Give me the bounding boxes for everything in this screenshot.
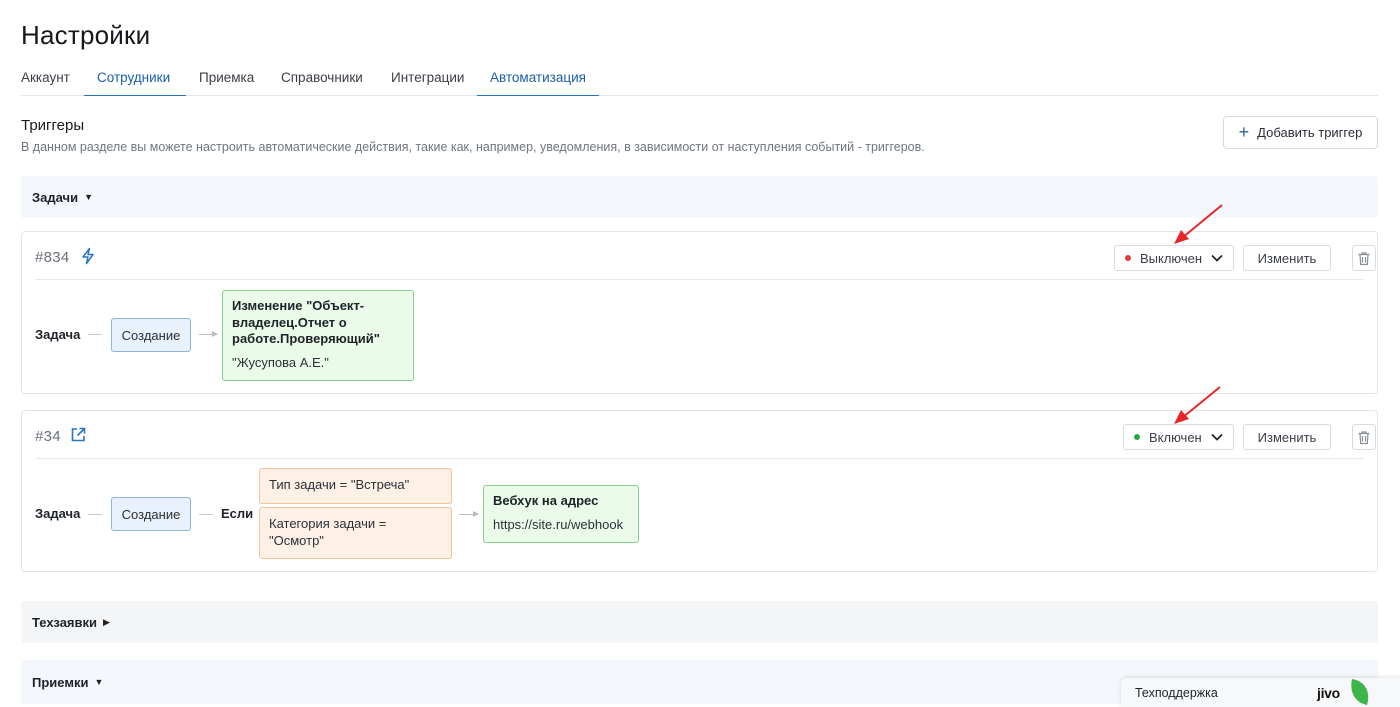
trigger-card-34: #34 Включен Изменить Задача Создание Есл… <box>21 410 1378 572</box>
action-node: Вебхук на адрес https://site.ru/webhook <box>483 485 639 543</box>
tab-automation[interactable]: Автоматизация <box>477 62 599 96</box>
action-node: Изменение "Объект-владелец.Отчет о работ… <box>222 290 414 381</box>
chevron-down-icon <box>1211 433 1223 441</box>
event-node: Создание <box>111 318 191 352</box>
delete-button[interactable] <box>1352 245 1376 271</box>
group-tasks-label: Задачи <box>32 189 79 205</box>
action-value: "Жусупова А.Е." <box>232 354 329 370</box>
settings-tabs: Аккаунт Сотрудники Приемка Справочники И… <box>21 62 1378 96</box>
edit-button[interactable]: Изменить <box>1243 245 1331 271</box>
add-trigger-button[interactable]: + Добавить триггер <box>1223 116 1378 149</box>
trigger-card-header: #834 Выключен Изменить <box>35 232 1376 280</box>
status-select[interactable]: Включен <box>1123 424 1234 450</box>
group-tasks[interactable]: Задачи ▼ <box>21 176 1378 218</box>
caret-right-icon: ▶ <box>103 616 110 627</box>
status-label: Выключен <box>1140 250 1203 266</box>
trigger-card-834: #834 Выключен Изменить Задача Создание И… <box>21 231 1378 394</box>
trigger-id: #34 <box>35 428 61 445</box>
group-tech-requests[interactable]: Техзаявки ▶ <box>21 601 1378 643</box>
caret-down-icon: ▼ <box>94 677 104 687</box>
lightning-icon <box>82 247 94 265</box>
group-tech-requests-label: Техзаявки <box>32 614 98 630</box>
entity-label: Задача <box>35 327 81 342</box>
caret-down-icon: ▼ <box>84 192 93 202</box>
condition-node: Тип задачи = "Встреча" <box>259 468 452 504</box>
edit-button[interactable]: Изменить <box>1243 424 1331 450</box>
trigger-id: #834 <box>35 249 70 266</box>
entity-label: Задача <box>35 506 81 521</box>
section-description: В данном разделе вы можете настроить авт… <box>21 140 925 154</box>
status-label: Включен <box>1149 429 1202 445</box>
status-dot-off <box>1125 255 1131 261</box>
external-link-icon[interactable] <box>69 426 87 444</box>
jivo-logo: jivo <box>1317 685 1340 701</box>
flow-arrow <box>459 511 479 517</box>
delete-button[interactable] <box>1352 424 1376 450</box>
group-acceptances-label: Приемки <box>32 674 89 690</box>
connector-line <box>88 514 102 515</box>
condition-label: Если <box>221 506 254 521</box>
tab-acceptance[interactable]: Приемка <box>199 62 254 96</box>
tab-employees[interactable]: Сотрудники <box>84 62 186 96</box>
chevron-down-icon <box>1211 254 1223 262</box>
status-select[interactable]: Выключен <box>1114 245 1234 271</box>
connector-line <box>88 334 102 335</box>
flow-arrow <box>199 331 218 337</box>
status-dot-on <box>1134 434 1140 440</box>
action-title: Вебхук на адрес <box>493 493 599 508</box>
trigger-card-header: #34 Включен Изменить <box>35 411 1376 459</box>
plus-icon: + <box>1238 121 1250 142</box>
leaf-icon <box>1351 679 1369 705</box>
section-title: Триггеры <box>21 117 85 134</box>
action-title: Изменение "Объект-владелец.Отчет о работ… <box>232 298 380 346</box>
add-trigger-label: Добавить триггер <box>1257 125 1363 140</box>
trash-icon <box>1358 251 1370 265</box>
condition-node: Категория задачи = "Осмотр" <box>259 507 452 559</box>
tab-directories[interactable]: Справочники <box>281 62 363 96</box>
page-title: Настройки <box>21 20 151 50</box>
tab-integrations[interactable]: Интеграции <box>391 62 464 96</box>
tab-account[interactable]: Аккаунт <box>21 62 70 96</box>
support-widget[interactable]: Техподдержка jivo <box>1121 678 1400 707</box>
support-label: Техподдержка <box>1135 685 1218 700</box>
trash-icon <box>1358 430 1370 444</box>
connector-line <box>199 514 213 515</box>
event-node: Создание <box>111 497 191 531</box>
action-value: https://site.ru/webhook <box>493 516 624 532</box>
